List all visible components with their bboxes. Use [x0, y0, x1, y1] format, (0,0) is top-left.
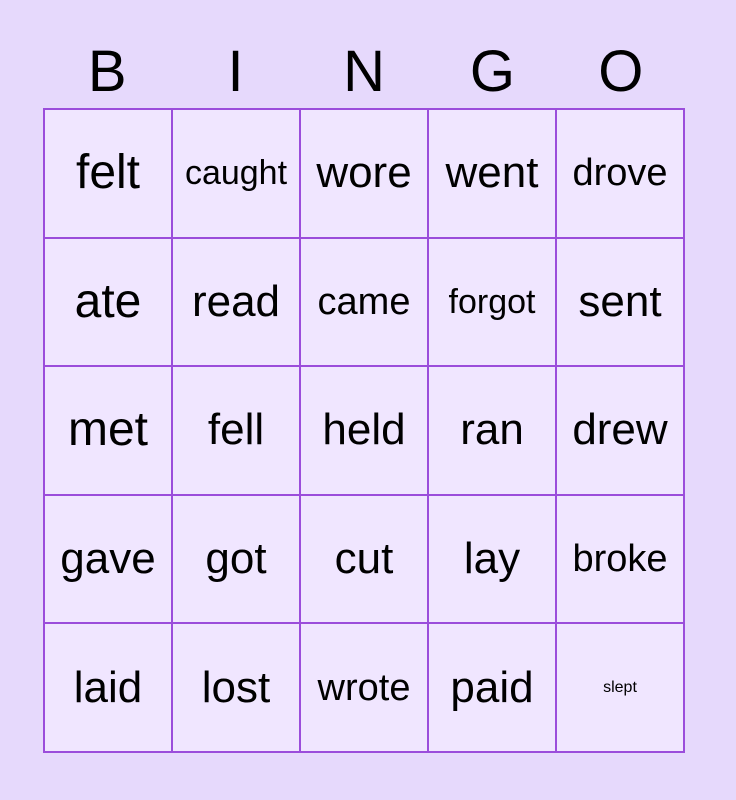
bingo-cell[interactable]: ate [45, 238, 173, 368]
bingo-cell[interactable]: lay [429, 495, 557, 625]
bingo-cell-label: lay [463, 534, 521, 584]
bingo-cell-label: drew [572, 405, 668, 455]
bingo-card: B I N G O felt caught wore went drove at… [0, 0, 736, 800]
bingo-cell[interactable]: drew [557, 367, 685, 496]
bingo-header-letter-i: I [227, 39, 244, 104]
bingo-cell[interactable]: forgot [429, 238, 557, 368]
bingo-header-letter-b: B [87, 39, 127, 104]
bingo-cell[interactable]: ran [429, 367, 557, 496]
bingo-cell[interactable]: sent [557, 238, 685, 368]
bingo-cell-label: read [191, 276, 281, 326]
bingo-cell[interactable]: wore [301, 110, 429, 239]
bingo-cell[interactable]: held [301, 367, 429, 496]
bingo-cell-label: got [205, 534, 267, 584]
bingo-cell[interactable]: went [429, 110, 557, 239]
bingo-cell-label: cut [334, 534, 394, 584]
bingo-cell-label: wore [316, 148, 412, 198]
bingo-cell-label: ate [74, 274, 142, 328]
bingo-cell-label: felt [75, 146, 141, 200]
bingo-cell[interactable]: wrote [301, 624, 429, 753]
bingo-cell[interactable]: came [301, 238, 429, 368]
bingo-cell-label: broke [572, 538, 668, 581]
bingo-cell-label: fell [207, 405, 265, 455]
bingo-header-letter-o: O [598, 39, 644, 104]
bingo-cell[interactable]: lost [173, 624, 301, 753]
bingo-cell[interactable]: gave [45, 495, 173, 625]
bingo-cell-label: held [322, 405, 406, 455]
bingo-cell[interactable]: fell [173, 367, 301, 496]
bingo-cell[interactable]: broke [557, 495, 685, 625]
bingo-cell[interactable]: felt [45, 110, 173, 239]
bingo-cell-label: drove [572, 152, 668, 195]
bingo-header-row: B I N G O [43, 38, 685, 106]
bingo-cell[interactable]: met [45, 367, 173, 496]
bingo-cell[interactable]: cut [301, 495, 429, 625]
bingo-cell[interactable]: laid [45, 624, 173, 753]
bingo-cell[interactable]: got [173, 495, 301, 625]
bingo-cell-label: gave [60, 534, 156, 584]
bingo-cell-label: came [317, 280, 411, 323]
bingo-cell[interactable]: caught [173, 110, 301, 239]
bingo-cell-label: wrote [317, 666, 411, 709]
bingo-cell[interactable]: paid [429, 624, 557, 753]
bingo-cell-label: slept [603, 678, 637, 696]
bingo-cell-label: forgot [448, 282, 536, 321]
bingo-header-letter-n: N [343, 39, 385, 104]
bingo-cell-label: sent [578, 276, 662, 326]
bingo-cell-label: met [67, 403, 148, 457]
bingo-cell[interactable]: read [173, 238, 301, 368]
bingo-cell-label: ran [460, 405, 524, 455]
bingo-cell-label: went [445, 148, 539, 198]
bingo-cell[interactable]: drove [557, 110, 685, 239]
bingo-header-letter-g: G [469, 39, 515, 104]
bingo-cell-label: paid [450, 662, 534, 712]
bingo-cell-label: laid [73, 662, 143, 712]
bingo-cell-label: lost [201, 662, 271, 712]
bingo-cell[interactable]: slept [557, 624, 685, 753]
bingo-cell-label: caught [184, 154, 288, 193]
bingo-grid: felt caught wore went drove ate read cam… [43, 108, 685, 753]
